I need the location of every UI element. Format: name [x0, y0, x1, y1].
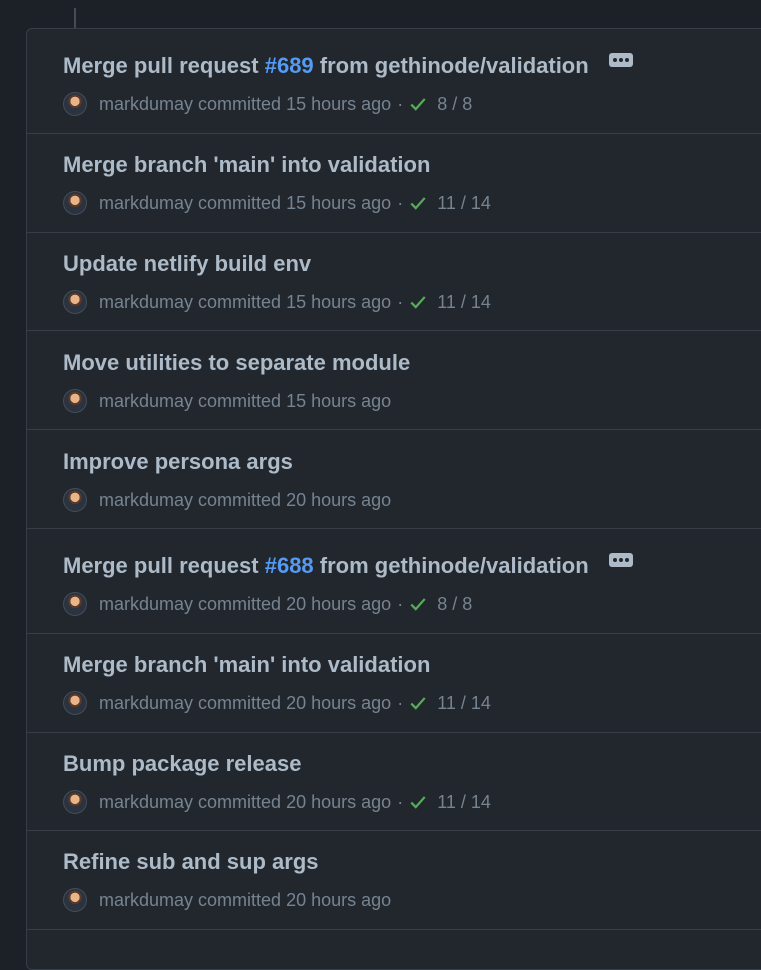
separator: ·	[397, 192, 404, 213]
author-link[interactable]: markdumay	[99, 193, 193, 214]
separator: ·	[397, 791, 404, 812]
commit-action: committed	[198, 692, 282, 713]
avatar[interactable]	[63, 888, 87, 912]
checks-count[interactable]: 11 / 14	[437, 693, 491, 714]
commit-action: committed	[198, 192, 282, 213]
checks-count[interactable]: 11 / 14	[437, 292, 491, 313]
pr-link[interactable]: #688	[265, 553, 314, 578]
commit-action: committed	[198, 291, 282, 312]
commit-meta: markdumay committed 20 hours ago · 11 / …	[63, 789, 491, 815]
author-link[interactable]: markdumay	[99, 792, 193, 813]
separator: ·	[397, 692, 404, 713]
commit-title-suffix[interactable]: from gethinode/validation	[314, 553, 589, 578]
avatar[interactable]	[63, 790, 87, 814]
separator: ·	[397, 291, 404, 312]
commit-meta: markdumay committed 15 hours ago · 8 / 8	[63, 91, 472, 117]
timeline-connector	[74, 8, 76, 28]
avatar[interactable]	[63, 92, 87, 116]
avatar[interactable]	[63, 592, 87, 616]
check-icon[interactable]	[409, 194, 427, 212]
commit-time[interactable]: 20 hours ago	[286, 490, 391, 511]
check-icon[interactable]	[409, 595, 427, 613]
commit-title[interactable]: Merge branch 'main' into validation	[63, 652, 430, 678]
commit-meta: markdumay committed 20 hours ago	[63, 887, 391, 913]
avatar[interactable]	[63, 389, 87, 413]
checks-count[interactable]: 11 / 14	[437, 193, 491, 214]
commit-meta: markdumay committed 20 hours ago	[63, 487, 391, 513]
commit-action: committed	[198, 593, 282, 614]
avatar[interactable]	[63, 191, 87, 215]
commit-row: Merge pull request #689 from gethinode/v…	[27, 29, 761, 134]
commit-meta: markdumay committed 20 hours ago · 8 / 8	[63, 591, 472, 617]
commit-time[interactable]: 15 hours ago	[286, 94, 391, 115]
author-link[interactable]: markdumay	[99, 391, 193, 412]
avatar[interactable]	[63, 290, 87, 314]
commit-row: Move utilities to separate module markdu…	[27, 331, 761, 430]
author-link[interactable]: markdumay	[99, 693, 193, 714]
author-link[interactable]: markdumay	[99, 490, 193, 511]
commit-row: Update netlify build env markdumay commi…	[27, 233, 761, 331]
commit-time[interactable]: 20 hours ago	[286, 594, 391, 615]
commit-title[interactable]: Refine sub and sup args	[63, 849, 319, 875]
commit-time[interactable]: 15 hours ago	[286, 193, 391, 214]
separator: ·	[397, 593, 404, 614]
checks-count[interactable]: 8 / 8	[437, 94, 472, 115]
commit-time[interactable]: 20 hours ago	[286, 792, 391, 813]
commit-row: Refine sub and sup args markdumay commit…	[27, 831, 761, 930]
pr-link[interactable]: #689	[265, 53, 314, 78]
commit-row: Improve persona args markdumay committed…	[27, 430, 761, 529]
commit-row: Merge branch 'main' into validation mark…	[27, 634, 761, 733]
commit-time[interactable]: 15 hours ago	[286, 391, 391, 412]
avatar[interactable]	[63, 488, 87, 512]
commit-title[interactable]: Merge branch 'main' into validation	[63, 152, 430, 178]
commit-time[interactable]: 15 hours ago	[286, 292, 391, 313]
author-link[interactable]: markdumay	[99, 292, 193, 313]
commit-meta: markdumay committed 20 hours ago · 11 / …	[63, 690, 491, 716]
avatar[interactable]	[63, 691, 87, 715]
commit-title[interactable]: Move utilities to separate module	[63, 350, 410, 376]
commit-title[interactable]: Update netlify build env	[63, 251, 311, 277]
separator: ·	[397, 93, 404, 114]
commit-action: committed	[198, 489, 282, 510]
commit-meta: markdumay committed 15 hours ago · 11 / …	[63, 190, 491, 216]
commit-list: Merge pull request #689 from gethinode/v…	[26, 28, 761, 970]
ellipsis-expand-button[interactable]	[608, 53, 633, 67]
commit-title[interactable]: Bump package release	[63, 751, 301, 777]
author-link[interactable]: markdumay	[99, 594, 193, 615]
commit-title-prefix[interactable]: Merge pull request	[63, 53, 265, 78]
checks-count[interactable]: 8 / 8	[437, 594, 472, 615]
check-icon[interactable]	[409, 694, 427, 712]
commit-title-suffix[interactable]: from gethinode/validation	[314, 53, 589, 78]
commit-action: committed	[198, 889, 282, 910]
commit-action: committed	[198, 93, 282, 114]
commit-title[interactable]: Merge pull request #689 from gethinode/v…	[63, 53, 633, 79]
commit-action: committed	[198, 791, 282, 812]
commit-row: Merge pull request #688 from gethinode/v…	[27, 529, 761, 634]
ellipsis-expand-button[interactable]	[608, 553, 633, 567]
commit-meta: markdumay committed 15 hours ago · 11 / …	[63, 289, 491, 315]
commit-time[interactable]: 20 hours ago	[286, 693, 391, 714]
author-link[interactable]: markdumay	[99, 890, 193, 911]
commit-title[interactable]: Merge pull request #688 from gethinode/v…	[63, 553, 633, 579]
commit-meta: markdumay committed 15 hours ago	[63, 388, 391, 414]
author-link[interactable]: markdumay	[99, 94, 193, 115]
check-icon[interactable]	[409, 293, 427, 311]
checks-count[interactable]: 11 / 14	[437, 792, 491, 813]
commit-action: committed	[198, 390, 282, 411]
commit-time[interactable]: 20 hours ago	[286, 890, 391, 911]
check-icon[interactable]	[409, 793, 427, 811]
commit-row: Bump package release markdumay committed…	[27, 733, 761, 831]
commit-title[interactable]: Improve persona args	[63, 449, 293, 475]
commit-title-prefix[interactable]: Merge pull request	[63, 553, 265, 578]
commit-row: Merge branch 'main' into validation mark…	[27, 134, 761, 233]
check-icon[interactable]	[409, 95, 427, 113]
